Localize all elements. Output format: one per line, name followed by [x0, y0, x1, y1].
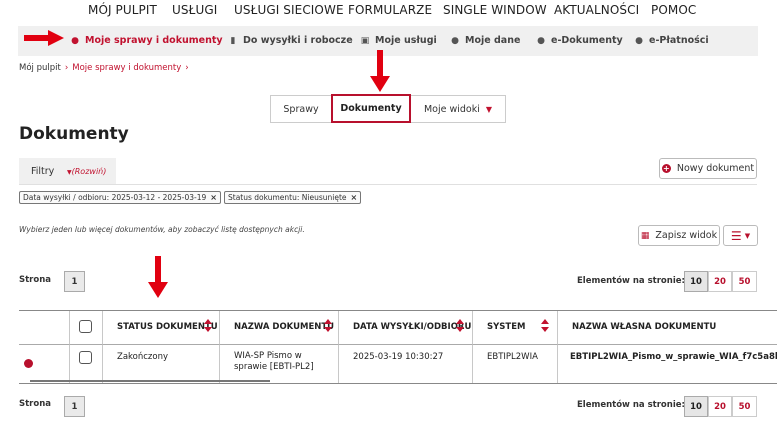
documents-table: STATUS DOKUMENTU NAZWA DOKUMENTU DATA WY… [19, 310, 777, 384]
lock-icon: ▣ [360, 36, 370, 46]
filters-label: Filtry [31, 166, 55, 177]
unread-indicator-icon [24, 359, 33, 368]
header-system[interactable]: SYSTEM [472, 311, 557, 345]
cell-system[interactable]: EBTIPL2WIA [472, 345, 557, 383]
caret-down-icon: ▼ [485, 104, 493, 114]
topnav-uslugi-sieciowe[interactable]: USŁUGI SIECIOWE [234, 3, 344, 17]
per-page-50[interactable]: 50 [732, 271, 757, 292]
page-title: Dokumenty [19, 124, 129, 144]
user-icon: ● [635, 36, 643, 46]
topnav-aktualnosci[interactable]: AKTUALNOŚCI [554, 3, 639, 17]
columns-menu-button[interactable]: ☰ ▼ [723, 225, 758, 246]
pager-label: Strona [19, 275, 52, 285]
filter-chip-status: Status dokumentu: Nieusunięte × [224, 191, 362, 204]
selection-hint: Wybierz jeden lub więcej dokumentów, aby… [19, 225, 305, 234]
row-checkbox[interactable] [79, 351, 92, 364]
per-page-10-bottom[interactable]: 10 [684, 396, 708, 417]
divider [19, 184, 757, 185]
header-select-all [69, 311, 102, 345]
sort-icon[interactable] [324, 319, 332, 332]
user-icon: ● [71, 36, 79, 46]
page-number-input[interactable]: 1 [64, 271, 85, 292]
cell-own-name[interactable]: EBTIPL2WIA_Pismo_w_sprawie_WIA_f7c5a8b [557, 345, 777, 383]
view-tabs: Sprawy Dokumenty Moje widoki ▼ [270, 94, 506, 123]
user-icon: ● [537, 36, 545, 46]
header-own-name[interactable]: NAZWA WŁASNA DOKUMENTU [557, 311, 777, 345]
subnav-moje-dane[interactable]: ● Moje dane [450, 35, 520, 46]
close-icon[interactable]: × [210, 193, 217, 202]
header-status[interactable]: STATUS DOKUMENTU [102, 311, 219, 345]
user-icon: ● [451, 36, 459, 46]
breadcrumb-home[interactable]: Mój pulpit [19, 63, 61, 73]
save-view-button[interactable]: ▦ Zapisz widok [638, 225, 720, 246]
header-date[interactable]: DATA WYSYŁKI/ODBIORU [338, 311, 472, 345]
topnav-single-window[interactable]: SINGLE WINDOW [443, 3, 547, 17]
plus-icon: + [661, 164, 671, 173]
pager-label-bottom: Strona [19, 399, 52, 409]
subnav-e-platnosci[interactable]: ● e-Płatności [634, 35, 709, 46]
subnav-e-dokumenty[interactable]: ● e-Dokumenty [536, 35, 623, 46]
caret-down-icon: ▼ [744, 231, 751, 240]
sort-icon[interactable] [541, 319, 549, 332]
sort-icon[interactable] [204, 319, 212, 332]
sort-icon[interactable] [456, 319, 464, 332]
breadcrumb-current[interactable]: Moje sprawy i dokumenty [72, 63, 181, 73]
cell-date[interactable]: 2025-03-19 10:30:27 [338, 345, 472, 383]
red-arrow-down-icon [370, 50, 390, 92]
row-select-cell [69, 345, 102, 383]
header-indicator [19, 311, 69, 345]
chevron-right-icon: › [64, 63, 69, 73]
subnav-moje-sprawy[interactable]: ● Moje sprawy i dokumenty [70, 35, 223, 46]
cell-name[interactable]: WIA-SP Pismo w sprawie [EBTI-PL2] [219, 345, 338, 383]
tab-sprawy[interactable]: Sprawy [270, 95, 332, 123]
per-page-50-bottom[interactable]: 50 [732, 396, 757, 417]
per-page-20-bottom[interactable]: 20 [708, 396, 732, 417]
filters-expand: ▼(Rozwiń) [67, 167, 107, 176]
tab-dokumenty[interactable]: Dokumenty [331, 94, 411, 123]
per-page-10[interactable]: 10 [684, 271, 708, 292]
filter-chip-date: Data wysyłki / odbioru: 2025-03-12 - 202… [19, 191, 221, 204]
breadcrumb: Mój pulpit › Moje sprawy i dokumenty › [19, 63, 193, 73]
subnav-do-wysylki[interactable]: ▮ Do wysyłki i robocze [228, 35, 353, 46]
subnav-moje-uslugi[interactable]: ▣ Moje usługi [360, 35, 437, 46]
table-row[interactable] [19, 345, 69, 383]
topnav-formularze[interactable]: FORMULARZE [348, 3, 432, 17]
topnav-pomoc[interactable]: POMOC [651, 3, 696, 17]
cell-status[interactable]: Zakończony [102, 345, 219, 383]
filters-toggle[interactable]: Filtry ▼(Rozwiń) [19, 158, 116, 184]
red-arrow-right-icon [24, 30, 64, 46]
red-arrow-down-icon [148, 256, 168, 298]
per-page-20[interactable]: 20 [708, 271, 732, 292]
top-navigation: MÓJ PULPIT USŁUGI USŁUGI SIECIOWE FORMUL… [0, 0, 777, 22]
topnav-moj-pulpit[interactable]: MÓJ PULPIT [88, 3, 157, 17]
select-all-checkbox[interactable] [79, 320, 92, 333]
menu-icon: ☰ [730, 228, 742, 243]
topnav-uslugi[interactable]: USŁUGI [172, 3, 217, 17]
header-name[interactable]: NAZWA DOKUMENTU [219, 311, 338, 345]
per-page-label-bottom: Elementów na stronie: [577, 400, 685, 410]
new-document-button[interactable]: + Nowy dokument [659, 158, 757, 179]
document-icon: ▮ [230, 36, 236, 46]
grid-icon: ▦ [640, 230, 650, 241]
close-icon[interactable]: × [351, 193, 358, 202]
horizontal-scrollbar[interactable] [30, 380, 270, 382]
page-number-input-bottom[interactable]: 1 [64, 396, 85, 417]
chevron-right-icon: › [185, 63, 189, 73]
tab-moje-widoki[interactable]: Moje widoki ▼ [410, 95, 506, 123]
per-page-label: Elementów na stronie: [577, 276, 685, 286]
